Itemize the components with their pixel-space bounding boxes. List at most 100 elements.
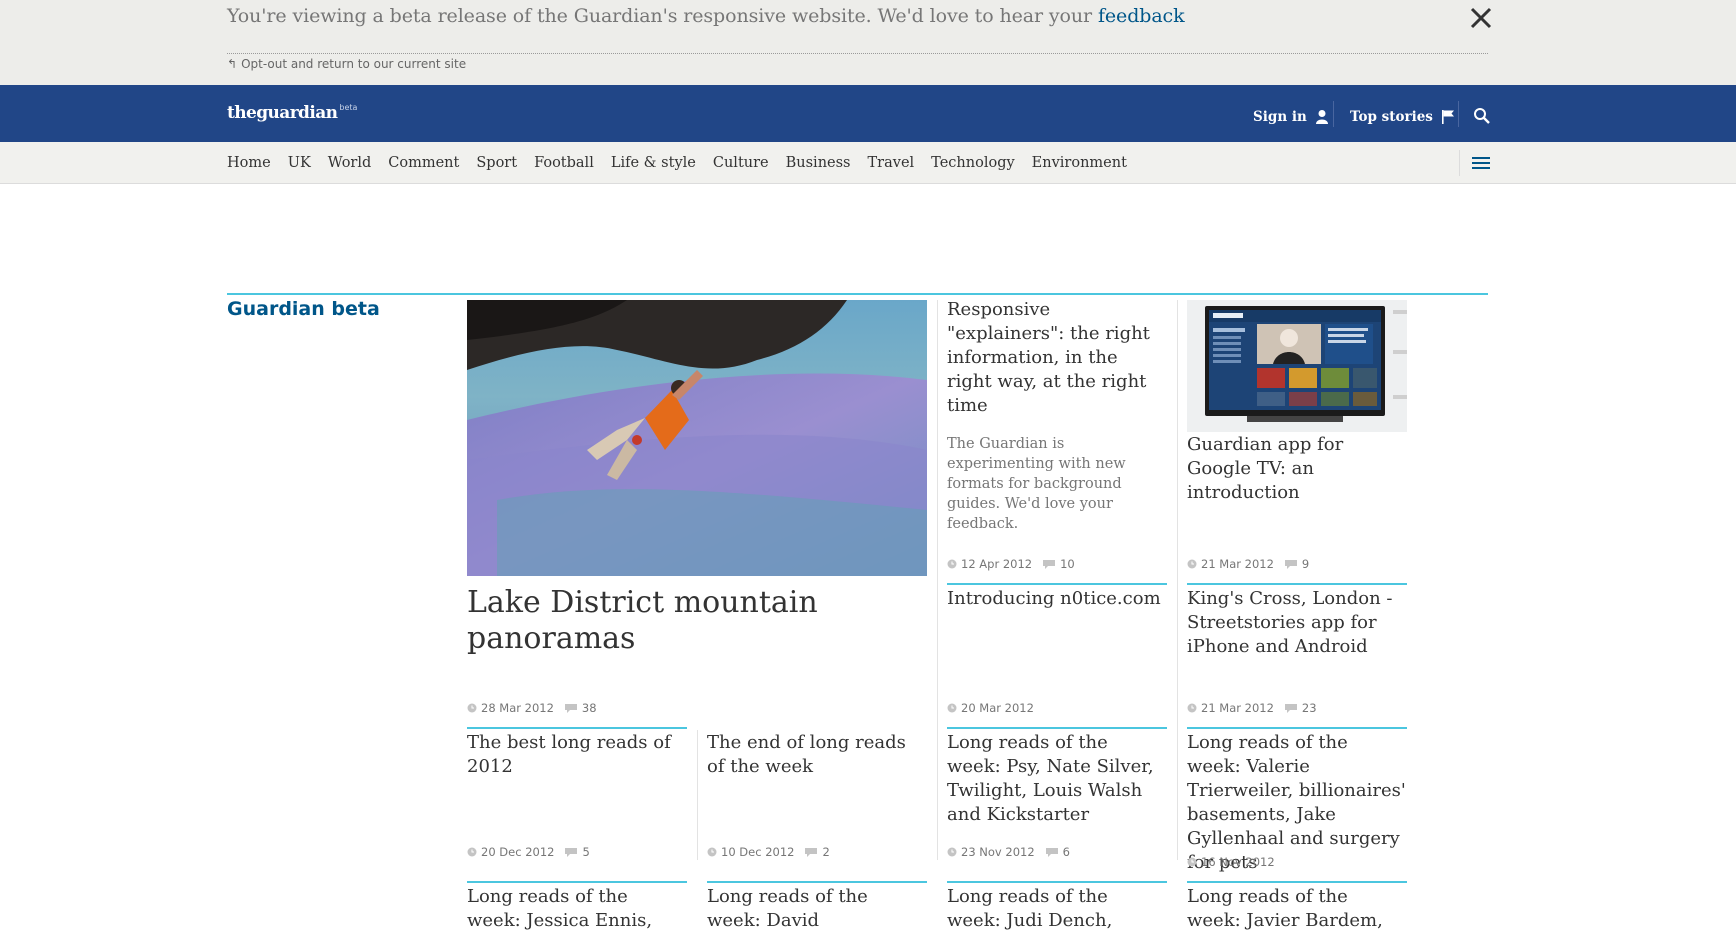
card-title[interactable]: Introducing n0tice.com <box>947 587 1167 611</box>
logo-beta: beta <box>339 103 358 112</box>
comment-icon <box>564 703 577 713</box>
card-comments: 23 <box>1301 701 1317 715</box>
card-date: 20 Mar 2012 <box>961 701 1034 715</box>
column-divider <box>937 300 938 860</box>
feedback-link[interactable]: feedback <box>1098 5 1185 27</box>
card-long-reads-dench[interactable]: Long reads of the week: Judi Dench, Orla… <box>947 885 1167 931</box>
clock-icon <box>467 847 477 857</box>
clock-icon <box>467 703 477 713</box>
card-rule <box>947 881 1167 883</box>
optout-label: Opt-out and return to our current site <box>241 57 467 71</box>
card-best-long-reads[interactable]: The best long reads of 2012 <box>467 731 687 779</box>
topstories-label: Top stories <box>1350 109 1433 125</box>
nav-item-travel[interactable]: Travel <box>868 155 915 171</box>
card-long-reads-ennis[interactable]: Long reads of the week: Jessica Ennis, B… <box>467 885 687 931</box>
nav-item-business[interactable]: Business <box>786 155 851 171</box>
signin-button[interactable]: Sign in <box>1253 109 1329 125</box>
card-date: 28 Mar 2012 <box>481 701 554 715</box>
card-comments: 9 <box>1301 557 1310 571</box>
nav-item-sport[interactable]: Sport <box>476 155 517 171</box>
hamburger-menu-icon[interactable] <box>1472 155 1490 171</box>
signin-label: Sign in <box>1253 109 1307 125</box>
banner-divider <box>227 53 1488 54</box>
column-divider <box>1177 300 1178 860</box>
card-rule <box>1187 727 1407 729</box>
nav-item-life-style[interactable]: Life & style <box>611 155 696 171</box>
card-title[interactable]: Long reads of the week: David Attenborou… <box>707 885 927 931</box>
google-tv-photo[interactable] <box>1187 300 1407 432</box>
card-title[interactable]: Long reads of the week: Jessica Ennis, B… <box>467 885 687 931</box>
card-comments: 10 <box>1060 557 1075 571</box>
rock-climber-photo[interactable] <box>467 300 927 576</box>
card-title[interactable]: Lake District mountain panoramas <box>467 585 907 657</box>
card-date: 20 Dec 2012 <box>481 845 555 859</box>
card-long-reads-bardem[interactable]: Long reads of the week: Javier Bardem, T… <box>1187 885 1407 931</box>
card-date: 21 Mar 2012 <box>1201 557 1274 571</box>
card-comments: 2 <box>822 845 830 859</box>
nav-item-uk[interactable]: UK <box>288 155 311 171</box>
comment-icon <box>805 847 818 857</box>
card-meta: 28 Mar 2012 38 <box>467 701 597 715</box>
card-date: 21 Mar 2012 <box>1201 701 1274 715</box>
card-comments: 5 <box>582 845 590 859</box>
search-icon[interactable] <box>1473 107 1491 125</box>
card-title[interactable]: The best long reads of 2012 <box>467 731 687 779</box>
clock-icon <box>1187 857 1197 867</box>
nav-item-technology[interactable]: Technology <box>931 155 1015 171</box>
close-icon[interactable] <box>1466 3 1496 33</box>
card-title[interactable]: Long reads of the week: Valerie Trierwei… <box>1187 731 1407 875</box>
person-icon <box>1315 110 1328 124</box>
nav-item-comment[interactable]: Comment <box>388 155 459 171</box>
guardian-logo[interactable]: theguardian beta <box>227 103 357 123</box>
nav-item-football[interactable]: Football <box>534 155 594 171</box>
card-meta: 23 Nov 2012 6 <box>947 845 1070 859</box>
return-arrow-icon: ↰ <box>227 57 238 71</box>
card-title[interactable]: Responsive "explainers": the right infor… <box>947 298 1167 418</box>
nav-item-culture[interactable]: Culture <box>713 155 769 171</box>
nav-item-world[interactable]: World <box>328 155 372 171</box>
card-long-reads-attenborough[interactable]: Long reads of the week: David Attenborou… <box>707 885 927 931</box>
card-google-tv[interactable]: Guardian app for Google TV: an introduct… <box>1187 433 1407 505</box>
clock-icon <box>707 847 717 857</box>
card-end-long-reads[interactable]: The end of long reads of the week <box>707 731 927 779</box>
card-rule <box>467 727 687 729</box>
card-long-reads-psy[interactable]: Long reads of the week: Psy, Nate Silver… <box>947 731 1167 827</box>
clock-icon <box>947 559 957 569</box>
card-notice[interactable]: Introducing n0tice.com <box>947 587 1167 611</box>
card-title[interactable]: Guardian app for Google TV: an introduct… <box>1187 433 1407 505</box>
card-explainers[interactable]: Responsive "explainers": the right infor… <box>947 298 1167 534</box>
nav-item-home[interactable]: Home <box>227 155 271 171</box>
card-meta: 20 Mar 2012 <box>947 701 1034 715</box>
card-rule <box>1187 881 1407 883</box>
card-title[interactable]: The end of long reads of the week <box>707 731 927 779</box>
topstories-button[interactable]: Top stories <box>1350 109 1455 125</box>
comment-icon <box>1045 847 1058 857</box>
masthead: theguardian beta Sign in Top stories <box>0 85 1736 142</box>
card-date: 12 Apr 2012 <box>961 557 1033 571</box>
card-meta: 21 Mar 2012 23 <box>1187 701 1317 715</box>
card-lake-district[interactable]: Lake District mountain panoramas <box>467 585 907 657</box>
beta-banner: You're viewing a beta release of the Gua… <box>0 0 1736 85</box>
comment-icon <box>1284 703 1297 713</box>
card-title[interactable]: Long reads of the week: Javier Bardem, T… <box>1187 885 1407 931</box>
optout-link[interactable]: ↰ Opt-out and return to our current site <box>227 57 466 71</box>
card-kings-cross[interactable]: King's Cross, London - Streetstories app… <box>1187 587 1407 659</box>
nav-list: Home UK World Comment Sport Football Life & st… <box>227 155 1144 171</box>
card-comments: 6 <box>1062 845 1070 859</box>
column-divider <box>697 730 698 860</box>
logo-the: the <box>227 103 257 123</box>
nav-item-environment[interactable]: Environment <box>1032 155 1127 171</box>
clock-icon <box>1187 703 1197 713</box>
card-date: 16 Nov 2012 <box>1201 855 1275 869</box>
card-title[interactable]: Long reads of the week: Judi Dench, Orla… <box>947 885 1167 931</box>
card-title[interactable]: King's Cross, London - Streetstories app… <box>1187 587 1407 659</box>
card-title[interactable]: Long reads of the week: Psy, Nate Silver… <box>947 731 1167 827</box>
card-rule <box>947 583 1167 585</box>
card-standfirst: The Guardian is experimenting with new f… <box>947 436 1126 532</box>
masthead-divider <box>1333 101 1334 127</box>
comment-icon <box>1043 559 1056 569</box>
beta-message-text: You're viewing a beta release of the Gua… <box>227 5 1093 27</box>
section-title[interactable]: Guardian beta <box>227 298 380 320</box>
logo-guardian: guardian <box>256 103 338 123</box>
card-long-reads-trierweiler[interactable]: Long reads of the week: Valerie Trierwei… <box>1187 731 1407 875</box>
